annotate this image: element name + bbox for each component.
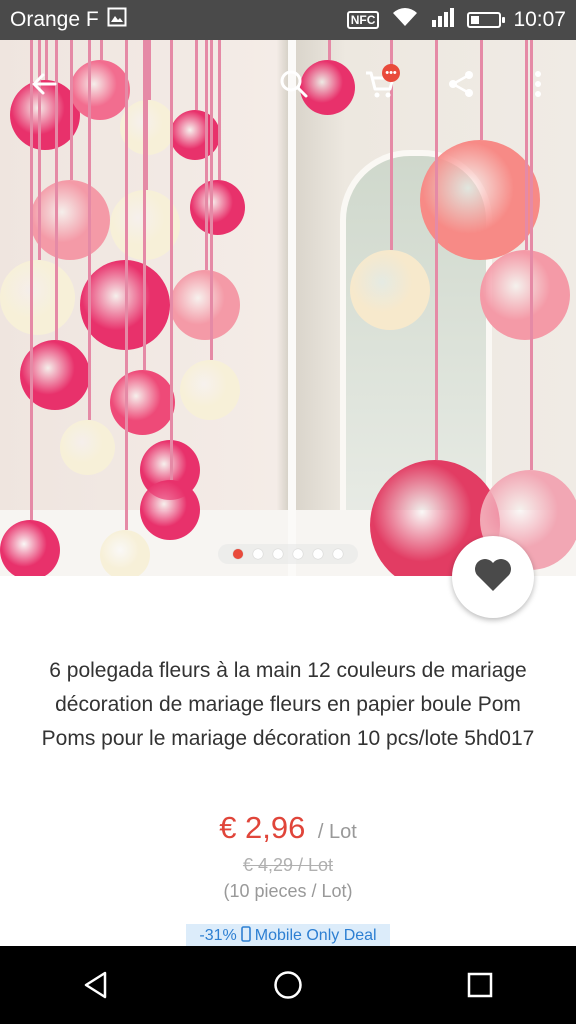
wifi-icon bbox=[391, 6, 419, 34]
system-nav-bar bbox=[0, 946, 576, 1024]
heart-icon bbox=[473, 557, 513, 598]
price: € 2,96 bbox=[219, 810, 306, 845]
product-title: 6 polegada fleurs à la main 12 couleurs … bbox=[41, 659, 535, 750]
pom-pom bbox=[180, 360, 240, 420]
hero-divider bbox=[288, 40, 296, 576]
cart-badge: ••• bbox=[382, 64, 400, 82]
deal-badge: -31% Mobile Only Deal bbox=[186, 924, 390, 948]
carousel-dot[interactable] bbox=[313, 549, 323, 559]
pom-pom bbox=[30, 180, 110, 260]
favorite-button[interactable] bbox=[452, 536, 534, 618]
carrier-label: Orange F bbox=[10, 8, 99, 31]
product-image-carousel[interactable] bbox=[0, 40, 576, 576]
carousel-indicator bbox=[218, 544, 358, 564]
pieces-per-lot: (10 pieces / Lot) bbox=[223, 881, 353, 901]
carousel-dot[interactable] bbox=[293, 549, 303, 559]
image-icon bbox=[107, 7, 127, 33]
pom-pom bbox=[480, 250, 570, 340]
carousel-dot[interactable] bbox=[273, 549, 283, 559]
clock: 10:07 bbox=[513, 8, 566, 31]
recents-square-icon[interactable] bbox=[450, 955, 510, 1015]
cart-icon[interactable]: ••• bbox=[356, 48, 404, 120]
pom-pom bbox=[100, 530, 150, 576]
pom-pom bbox=[110, 370, 175, 435]
carousel-dot[interactable] bbox=[253, 549, 263, 559]
original-price: € 4,29 / Lot bbox=[242, 855, 334, 875]
pom-pom bbox=[420, 140, 540, 260]
back-arrow-icon[interactable] bbox=[20, 48, 68, 120]
pom-pom bbox=[60, 420, 115, 475]
deal-discount: -31% bbox=[199, 927, 237, 944]
pom-pom bbox=[190, 180, 245, 235]
price-row: € 2,96 / Lot bbox=[0, 810, 576, 846]
battery-icon bbox=[467, 12, 506, 28]
pom-pom bbox=[140, 480, 200, 540]
pom-pom bbox=[170, 270, 240, 340]
top-toolbar: ••• bbox=[0, 48, 576, 120]
more-vert-icon[interactable] bbox=[514, 48, 562, 120]
pom-pom bbox=[350, 250, 430, 330]
pom-pom bbox=[0, 260, 75, 335]
home-circle-icon[interactable] bbox=[258, 955, 318, 1015]
carousel-dot[interactable] bbox=[233, 549, 243, 559]
status-bar: Orange F NFC 10:07 bbox=[0, 0, 576, 40]
back-triangle-icon[interactable] bbox=[66, 955, 126, 1015]
nfc-icon: NFC bbox=[346, 11, 380, 29]
deal-label: Mobile Only Deal bbox=[254, 927, 377, 944]
carousel-dot[interactable] bbox=[333, 549, 343, 559]
price-unit: / Lot bbox=[317, 821, 357, 843]
pom-pom bbox=[0, 520, 60, 576]
search-icon[interactable] bbox=[270, 48, 318, 120]
share-icon[interactable] bbox=[437, 48, 485, 120]
signal-icon bbox=[431, 6, 455, 34]
phone-icon bbox=[240, 925, 251, 947]
